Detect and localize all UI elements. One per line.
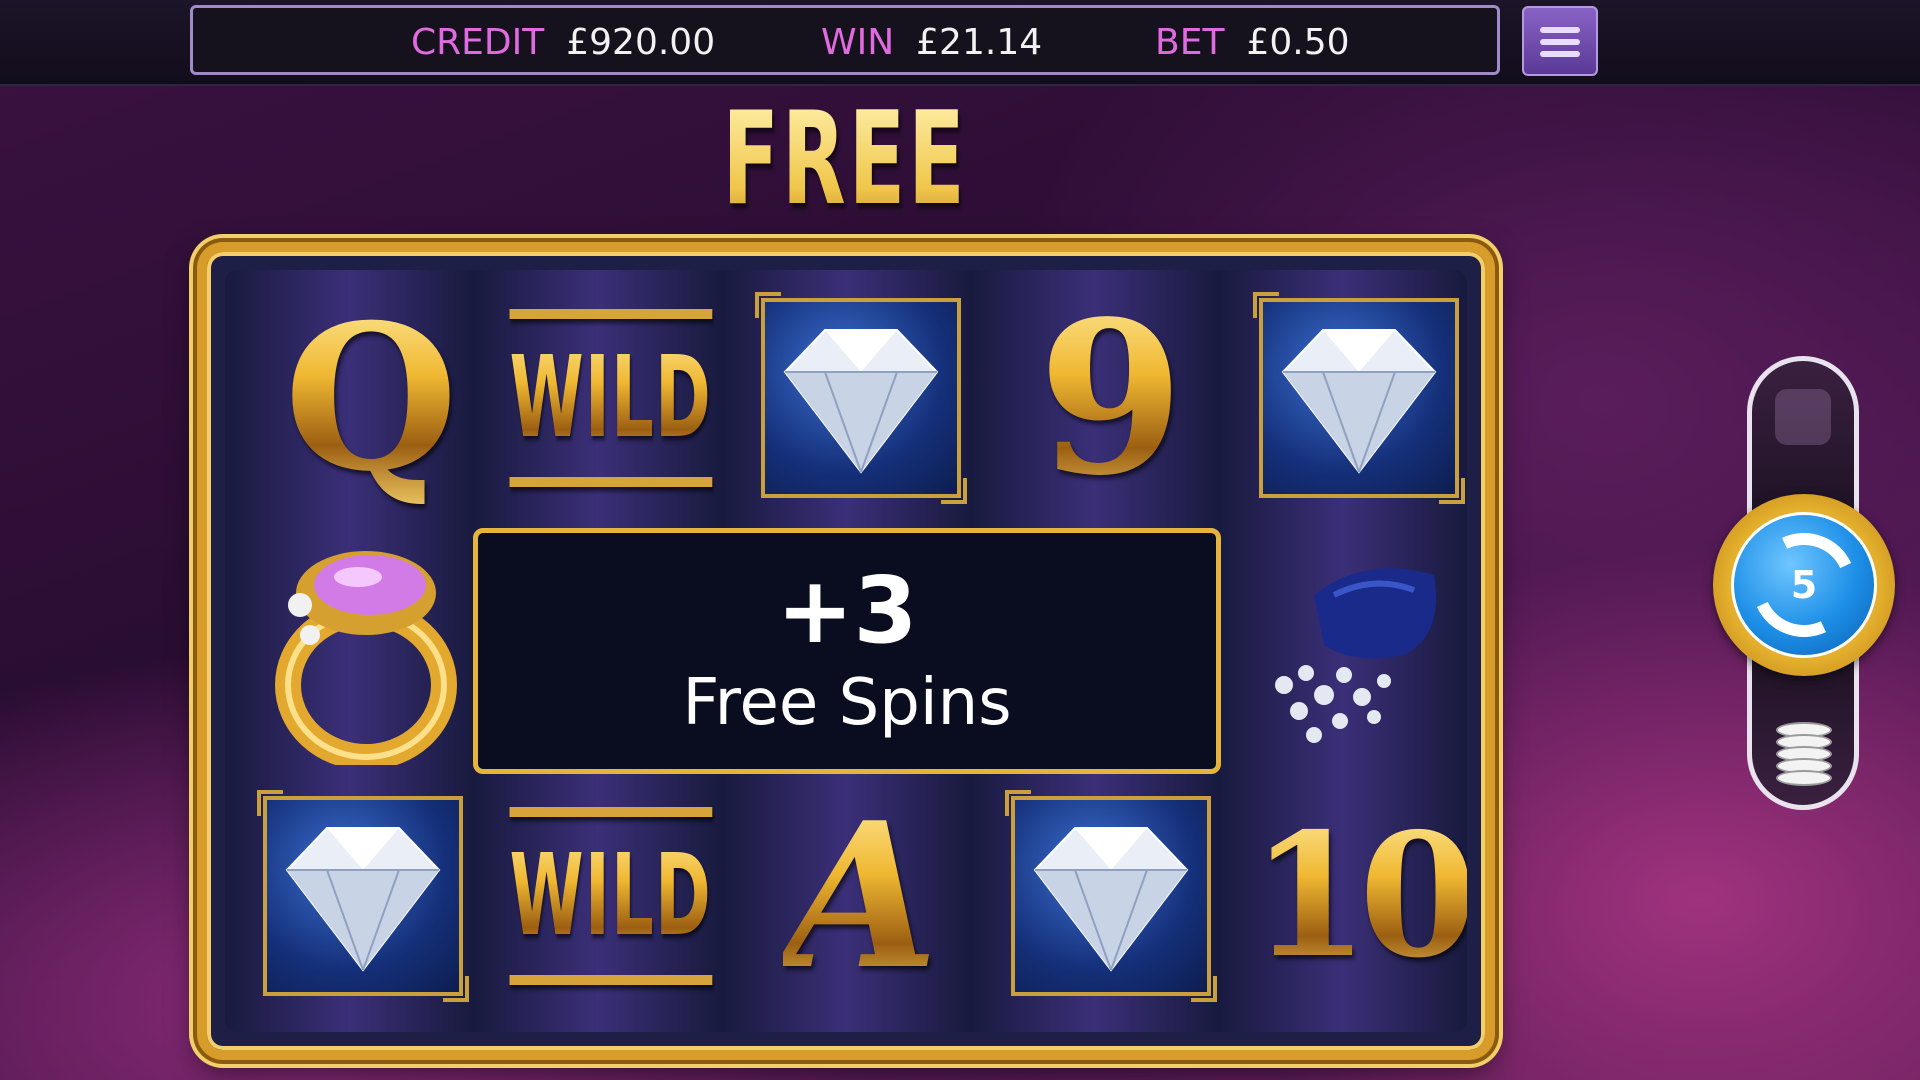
menu-button[interactable] — [1522, 6, 1598, 76]
wild-symbol: WILD — [509, 309, 713, 487]
ring-icon — [275, 551, 457, 765]
ten-symbol: 10 — [1250, 796, 1467, 996]
credit-label: CREDIT — [411, 22, 545, 63]
autoplay-icon: 5 — [1731, 512, 1877, 658]
spin-button[interactable]: 5 — [1713, 494, 1895, 676]
menu-icon-bar — [1540, 27, 1580, 33]
free-spins-label: Free Spins — [682, 666, 1012, 740]
nine-symbol: 9 — [1037, 274, 1185, 522]
turbo-toggle[interactable] — [1775, 389, 1831, 445]
diamond-icon — [257, 790, 469, 1002]
free-spins-amount: +3 — [776, 557, 918, 664]
reel-symbol-diamond — [1241, 280, 1467, 516]
diamond-icon — [1253, 292, 1465, 504]
menu-icon-bar — [1540, 51, 1580, 57]
reel-symbol-q: Q — [253, 280, 489, 516]
reel-symbol-9: 9 — [993, 275, 1229, 522]
free-spins-popup: +3 Free Spins — [473, 528, 1221, 774]
coin-stack-icon[interactable] — [1776, 722, 1832, 788]
reel-symbol-diamond — [993, 778, 1229, 1014]
menu-icon-bar — [1540, 39, 1580, 45]
win-value: £21.14 — [916, 22, 1043, 63]
reel-symbol-a: A — [743, 778, 979, 1014]
q-symbol: Q — [283, 280, 459, 516]
reel-symbol-diamond — [245, 778, 481, 1014]
reel-symbol-diamond — [743, 280, 979, 516]
spins-remaining-count: 5 — [1790, 563, 1818, 607]
win-label: WIN — [821, 22, 895, 63]
gem-pouch-icon — [1275, 568, 1436, 743]
credit-value: £920.00 — [566, 22, 716, 63]
a-symbol: A — [783, 778, 939, 1014]
balance-panel: CREDIT £920.00 WIN £21.14 BET £0.50 — [190, 5, 1500, 75]
win-display: WIN £21.14 — [821, 22, 1042, 63]
top-status-bar: CREDIT £920.00 WIN £21.14 BET £0.50 — [0, 0, 1920, 86]
reel-symbol-gem-pouch — [1241, 532, 1467, 768]
wild-symbol: WILD — [509, 807, 713, 985]
bet-value: £0.50 — [1246, 22, 1350, 63]
coin — [1776, 770, 1832, 786]
diamond-icon — [755, 292, 967, 504]
bet-display[interactable]: BET £0.50 — [1155, 22, 1350, 63]
credit-display: CREDIT £920.00 — [411, 22, 715, 63]
reel-symbol-ring — [245, 532, 481, 768]
reel-symbol-wild: WILD — [493, 280, 729, 516]
bet-label: BET — [1155, 22, 1225, 63]
diamond-icon — [1005, 790, 1217, 1002]
reel-symbol-wild: WILD — [493, 778, 729, 1014]
reel-symbol-10: 10 — [1241, 778, 1467, 1014]
